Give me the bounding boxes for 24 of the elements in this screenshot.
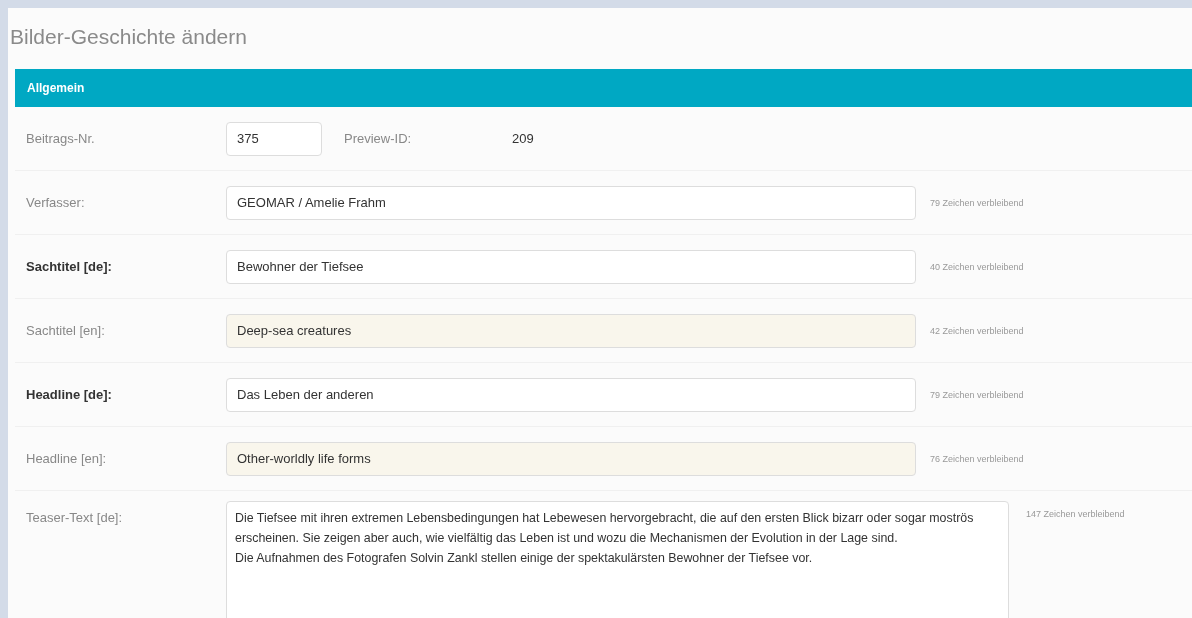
input-field[interactable]: 375: [226, 121, 322, 156]
field-label: Verfasser:: [25, 195, 86, 210]
input-field[interactable]: Other-worldly life forms: [226, 441, 916, 476]
remaining-characters: 147 Zeichen verbleibend: [1026, 509, 1125, 519]
input-field[interactable]: GEOMAR / Amelie Frahm: [226, 185, 916, 220]
input-field[interactable]: Bewohner der Tiefsee: [226, 249, 916, 284]
remaining-characters: 76 Zeichen verbleibend: [930, 453, 1024, 464]
field-label: Headline [de]:: [25, 387, 113, 402]
input-field[interactable]: Deep-sea creatures: [226, 313, 916, 348]
remaining-characters: 79 Zeichen verbleibend: [930, 197, 1024, 208]
page-title: Bilder-Geschichte ändern: [9, 24, 248, 50]
field-label: Headline [en]:: [25, 451, 108, 466]
remaining-characters: 79 Zeichen verbleibend: [930, 389, 1024, 400]
section-header: Allgemein: [15, 69, 1192, 107]
field-label: Beitrags-Nr.: [25, 131, 96, 146]
text-area[interactable]: Die Tiefsee mit ihren extremen Lebensbedingungen hat Lebewesen hervorgebracht, die auf den ersten Blick bizarr oder sogar moströs erscheinen. Sie zeigen aber auch, wie vielfältig das Leben ist und wozu die Mechanismen der Evolution in der Lage sind. Die Aufnahmen des Fotografen Solvin Zankl stellen einige der spektakulärsten Bewohner der Tiefsee vor.: [226, 501, 1009, 618]
field-label: Sachtitel [de]:: [25, 259, 113, 274]
input-field[interactable]: Das Leben der anderen: [226, 377, 916, 412]
remaining-characters: 42 Zeichen verbleibend: [930, 325, 1024, 336]
field-label: Teaser-Text [de]:: [25, 509, 124, 525]
field-label: Preview-ID:: [344, 131, 413, 146]
field-value: 209: [512, 131, 534, 146]
field-label: Sachtitel [en]:: [25, 323, 106, 338]
remaining-characters: 40 Zeichen verbleibend: [930, 261, 1024, 272]
